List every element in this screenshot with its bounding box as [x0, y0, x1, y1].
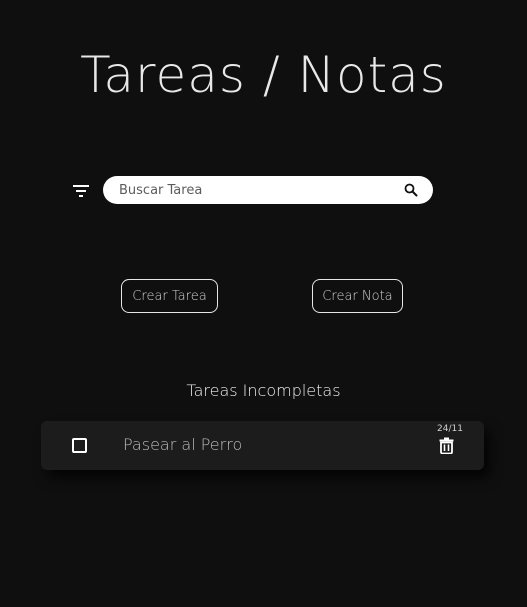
- page-title: Tareas / Notas: [80, 46, 447, 104]
- trash-icon[interactable]: [439, 437, 454, 454]
- search-icon[interactable]: [404, 182, 418, 197]
- task-item: Pasear al Perro 24/11: [41, 421, 484, 470]
- search-input[interactable]: [119, 176, 389, 204]
- task-checkbox[interactable]: [72, 438, 87, 453]
- filter-icon[interactable]: [72, 184, 90, 198]
- create-task-button[interactable]: Crear Tarea: [121, 279, 218, 313]
- search-bar: [103, 176, 433, 204]
- task-text: Pasear al Perro: [123, 435, 243, 454]
- task-date: 24/11: [437, 424, 463, 434]
- incomplete-tasks-heading: Tareas Incompletas: [186, 381, 341, 400]
- create-note-button[interactable]: Crear Nota: [312, 279, 403, 313]
